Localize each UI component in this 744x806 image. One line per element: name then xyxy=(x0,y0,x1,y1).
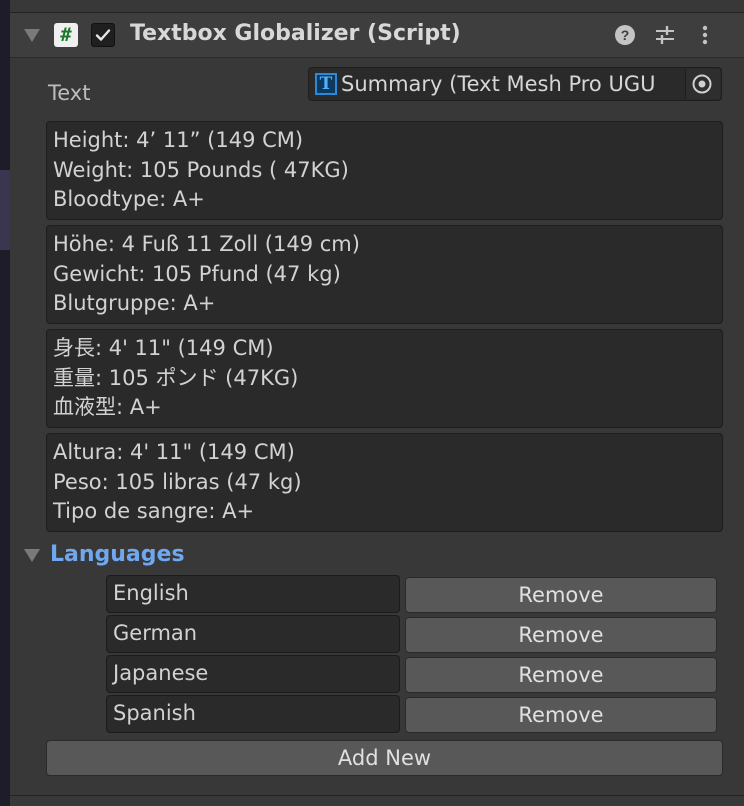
text-line: 血液型: A+ xyxy=(53,395,162,419)
add-new-button[interactable]: Add New xyxy=(46,740,723,776)
text-line: 身長: 4' 11" (149 CM) xyxy=(53,336,274,360)
text-object-field[interactable]: T Summary (Text Mesh Pro UGU xyxy=(308,67,722,101)
language-row: English Remove xyxy=(106,575,717,613)
script-icon: # xyxy=(54,23,78,47)
text-line: Tipo de sangre: A+ xyxy=(53,499,255,523)
text-line: Altura: 4' 11" (149 CM) xyxy=(53,440,295,464)
text-line: Weight: 105 Pounds ( 47KG) xyxy=(53,157,349,182)
text-block-japanese[interactable]: 身長: 4' 11" (149 CM) 重量: 105 ポンド (47KG) 血… xyxy=(46,329,723,428)
remove-button[interactable]: Remove xyxy=(405,617,717,653)
settings-icon[interactable] xyxy=(654,24,676,46)
text-line: Height: 4’ 11” (149 CM) xyxy=(53,128,304,152)
remove-button[interactable]: Remove xyxy=(405,657,717,693)
text-line: Höhe: 4 Fuß 11 Zoll (149 cm) xyxy=(53,232,360,256)
language-name-field[interactable]: Spanish xyxy=(106,695,400,733)
remove-button[interactable]: Remove xyxy=(405,577,717,613)
language-row: Spanish Remove xyxy=(106,695,717,733)
text-field-label: Text xyxy=(48,81,91,105)
language-row: Japanese Remove xyxy=(106,655,717,693)
language-row: German Remove xyxy=(106,615,717,653)
component-panel: # Textbox Globalizer (Script) ? Text T S… xyxy=(10,12,744,797)
enable-checkbox[interactable] xyxy=(91,23,115,47)
text-block-english[interactable]: Height: 4’ 11” (149 CM) Weight: 105 Poun… xyxy=(46,121,723,220)
help-icon[interactable]: ? xyxy=(614,24,636,46)
languages-fold-arrow-icon[interactable] xyxy=(24,549,40,562)
text-line: 重量: 105 ポンド (47KG) xyxy=(53,365,299,390)
svg-text:?: ? xyxy=(621,27,630,43)
language-name-field[interactable]: German xyxy=(106,615,400,653)
component-header[interactable]: # Textbox Globalizer (Script) ? xyxy=(10,13,744,58)
object-picker-icon xyxy=(692,74,712,94)
text-object-value: Summary (Text Mesh Pro UGU xyxy=(341,72,656,96)
language-name-field[interactable]: English xyxy=(106,575,400,613)
text-line: Gewicht: 105 Pfund (47 kg) xyxy=(53,261,341,286)
languages-label[interactable]: Languages xyxy=(50,542,185,567)
inspector-page: # Textbox Globalizer (Script) ? Text T S… xyxy=(0,0,744,806)
panel-bottom-divider xyxy=(10,795,744,796)
text-line: Blutgruppe: A+ xyxy=(53,291,216,315)
fold-arrow-icon[interactable] xyxy=(24,29,40,42)
remove-button[interactable]: Remove xyxy=(405,697,717,733)
text-block-german[interactable]: Höhe: 4 Fuß 11 Zoll (149 cm) Gewicht: 10… xyxy=(46,225,723,324)
more-icon[interactable] xyxy=(694,24,716,46)
text-block-spanish[interactable]: Altura: 4' 11" (149 CM) Peso: 105 libras… xyxy=(46,433,723,532)
text-line: Peso: 105 libras (47 kg) xyxy=(53,469,302,494)
text-mesh-pro-icon: T xyxy=(315,73,337,95)
scene-view-edge xyxy=(0,0,10,806)
object-picker-button[interactable] xyxy=(685,69,720,99)
language-name-field[interactable]: Japanese xyxy=(106,655,400,693)
component-title: Textbox Globalizer (Script) xyxy=(130,21,461,46)
checkmark-icon xyxy=(95,29,111,41)
text-line: Bloodtype: A+ xyxy=(53,187,205,211)
